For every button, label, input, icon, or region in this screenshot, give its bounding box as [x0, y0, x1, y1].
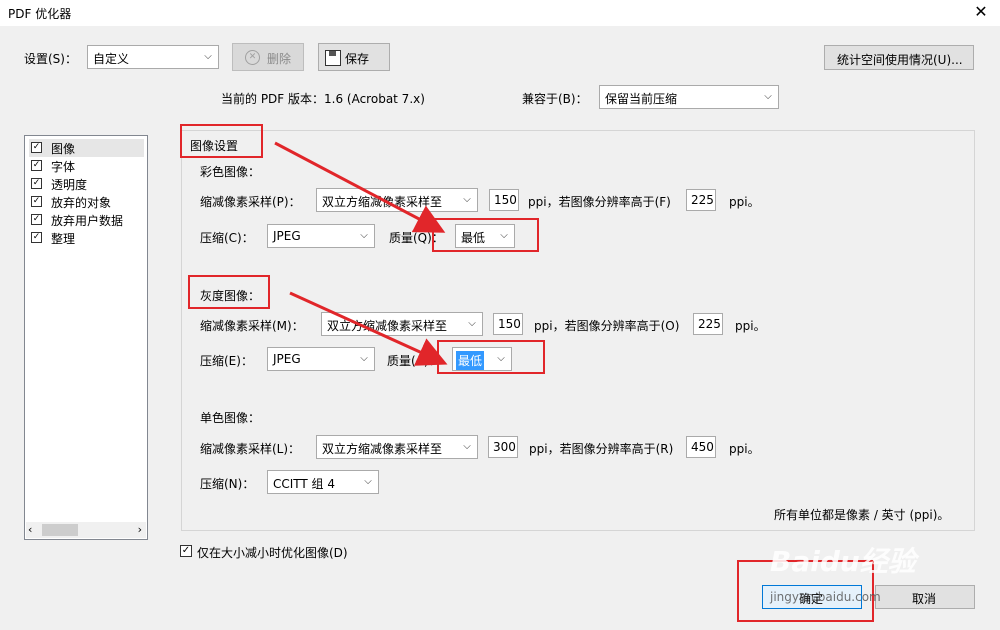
arrow-to-color-quality [274, 141, 446, 233]
arrow-to-gray-quality [289, 291, 448, 366]
pdf-optimizer-dialog: PDF 优化器 ✕ 设置(S)： 自定义 ⌵ ✕ 删除 保存 统计空间使用情况(… [0, 0, 1000, 630]
baidu-watermark-brand: Baidu经验 [770, 545, 916, 578]
annotation-arrows [274, 141, 448, 366]
baidu-watermark-url: jingyan.baidu.com [770, 590, 881, 604]
